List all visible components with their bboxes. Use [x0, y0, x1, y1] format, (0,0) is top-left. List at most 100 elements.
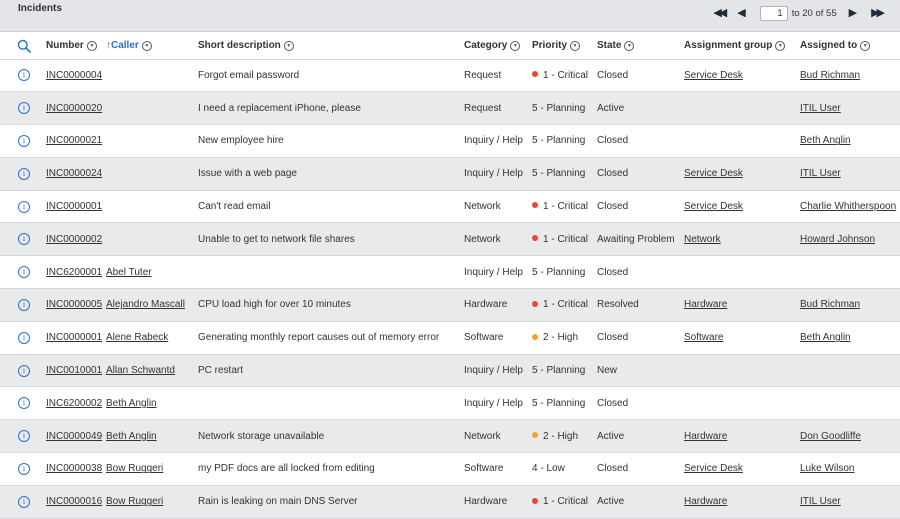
chevron-down-icon[interactable]: ▼ — [86, 40, 97, 51]
info-icon[interactable]: i — [18, 495, 30, 508]
assigned-to-cell: Beth Anglin — [800, 321, 900, 355]
info-icon[interactable]: i — [18, 266, 30, 279]
assignment-group-link[interactable]: Service Desk — [684, 463, 743, 474]
caller-link[interactable]: Bow Ruggeri — [106, 496, 163, 507]
info-icon[interactable]: i — [18, 364, 30, 377]
assignment-group-link[interactable]: Hardware — [684, 496, 727, 507]
column-header-state[interactable]: State ▼ — [597, 33, 684, 60]
info-icon[interactable]: i — [18, 134, 30, 147]
assigned-to-link[interactable]: ITIL User — [800, 496, 841, 507]
assigned-to-link[interactable]: ITIL User — [800, 103, 841, 114]
caller-link[interactable]: Beth Anglin — [106, 431, 157, 442]
column-header-short-description[interactable]: Short description ▼ — [198, 33, 464, 60]
table-row[interactable]: i INC0000024 Issue with a web page Inquiry … — [0, 157, 900, 191]
column-header-priority[interactable]: Priority ▼ — [532, 33, 597, 60]
first-page-icon[interactable]: ◀◀ — [713, 8, 727, 19]
info-icon[interactable]: i — [18, 397, 30, 410]
table-row[interactable]: i INC0000038 Bow Ruggeri my PDF docs are al… — [0, 452, 900, 486]
state-cell: Active — [597, 419, 684, 454]
incident-number-link[interactable]: INC6200001 — [46, 267, 102, 278]
assignment-group-link[interactable]: Service Desk — [684, 201, 743, 212]
assigned-to-link[interactable]: Luke Wilson — [800, 463, 854, 474]
column-header-category[interactable]: Category ▼ — [464, 33, 532, 60]
chevron-down-icon[interactable]: ▼ — [570, 40, 581, 51]
info-icon[interactable]: i — [18, 69, 30, 82]
caller-link[interactable]: Bow Ruggeri — [106, 463, 163, 474]
info-icon[interactable]: i — [18, 233, 30, 246]
chevron-down-icon[interactable]: ▼ — [775, 40, 786, 51]
incident-number-link[interactable]: INC0000049 — [46, 431, 102, 442]
priority-cell-text: 5 - Planning — [532, 135, 586, 147]
table-row[interactable]: i INC0000020 I need a replacement iPhone, … — [0, 91, 900, 126]
last-page-icon[interactable]: ▶▶ — [871, 8, 885, 19]
incident-number-link[interactable]: INC0000005 — [46, 299, 102, 310]
assigned-to-link[interactable]: Charlie Whitherspoon — [800, 201, 896, 212]
column-header-assigned-to[interactable]: Assigned to ▼ — [800, 33, 900, 60]
info-icon[interactable]: i — [18, 298, 30, 311]
category-cell-text: Software — [464, 332, 504, 344]
info-icon[interactable]: i — [18, 331, 30, 344]
info-icon[interactable]: i — [18, 167, 30, 180]
incident-number-link[interactable]: INC0000001 — [46, 201, 102, 212]
priority-cell-text: 5 - Planning — [532, 102, 586, 114]
table-row[interactable]: i INC0000005 Alejandro Mascall CPU load hig… — [0, 288, 900, 322]
chevron-down-icon[interactable]: ▼ — [141, 40, 152, 51]
table-row[interactable]: i INC0000001 Can't read email Network 1 - Cr… — [0, 190, 900, 224]
assignment-group-link[interactable]: Hardware — [684, 431, 727, 442]
assigned-to-link[interactable]: Beth Anglin — [800, 332, 851, 343]
caller-link[interactable]: Abel Tuter — [106, 267, 152, 278]
incident-number-link[interactable]: INC0000001 — [46, 332, 102, 343]
column-header-number[interactable]: Number ▼ — [46, 33, 106, 60]
assignment-group-link[interactable]: Service Desk — [684, 168, 743, 179]
state-cell: Closed — [597, 124, 684, 158]
table-row[interactable]: i INC0000049 Beth Anglin Network storage un… — [0, 419, 900, 454]
table-row[interactable]: i INC0000001 Alene Rabeck Generating monthl… — [0, 321, 900, 355]
assigned-to-link[interactable]: ITIL User — [800, 168, 841, 179]
caller-link[interactable]: Allan Schwantd — [106, 365, 175, 376]
incident-number-link[interactable]: INC0000038 — [46, 463, 102, 474]
assigned-to-link[interactable]: Bud Richman — [800, 70, 860, 81]
caller-link[interactable]: Alene Rabeck — [106, 332, 168, 343]
caller-link[interactable]: Alejandro Mascall — [106, 299, 185, 310]
next-page-icon[interactable]: ▶ — [849, 8, 857, 19]
chevron-down-icon[interactable]: ▼ — [510, 40, 521, 51]
page-number-input[interactable] — [759, 6, 788, 21]
info-icon[interactable]: i — [18, 200, 30, 213]
incident-number-link[interactable]: INC0000016 — [46, 496, 102, 507]
table-row[interactable]: i INC0000002 Unable to get to network file… — [0, 222, 900, 257]
info-icon[interactable]: i — [18, 462, 30, 475]
chevron-down-icon[interactable]: ▼ — [283, 40, 294, 51]
incident-number-link[interactable]: INC0000021 — [46, 135, 102, 146]
incident-number-link[interactable]: INC0000024 — [46, 168, 102, 179]
incident-number-link[interactable]: INC6200002 — [46, 398, 102, 409]
incident-number-link[interactable]: INC0000020 — [46, 103, 102, 114]
table-row[interactable]: i INC6200002 Beth Anglin Inquiry / Help 5 - … — [0, 386, 900, 421]
table-row[interactable]: i INC6200001 Abel Tuter Inquiry / Help 5 - P… — [0, 255, 900, 290]
incident-number-link[interactable]: INC0000002 — [46, 234, 102, 245]
table-row[interactable]: i INC0000021 New employee hire Inquiry / He… — [0, 124, 900, 158]
chevron-down-icon[interactable]: ▼ — [624, 40, 635, 51]
table-row[interactable]: i INC0000016 Bow Ruggeri Rain is leaking on… — [0, 485, 900, 519]
chevron-down-icon[interactable]: ▼ — [860, 40, 871, 51]
table-row[interactable]: i INC0010001 Allan Schwantd PC restart Inqui… — [0, 354, 900, 388]
column-header-assignment-group[interactable]: Assignment group ▼ — [684, 33, 800, 60]
column-header-caller[interactable]: ↑Caller ▼ — [106, 33, 198, 60]
incident-number-link[interactable]: INC0000004 — [46, 70, 102, 81]
previous-page-icon[interactable]: ◀ — [737, 8, 745, 19]
info-icon[interactable]: i — [18, 430, 30, 443]
assignment-group-link[interactable]: Software — [684, 332, 723, 343]
assigned-to-link[interactable]: Bud Richman — [800, 299, 860, 310]
assignment-group-link[interactable]: Network — [684, 234, 721, 245]
caller-link[interactable]: Beth Anglin — [106, 398, 157, 409]
search-column[interactable] — [0, 33, 46, 60]
short-description-cell — [198, 386, 464, 421]
search-icon[interactable] — [17, 39, 31, 53]
assigned-to-link[interactable]: Beth Anglin — [800, 135, 851, 146]
incident-number-link[interactable]: INC0010001 — [46, 365, 102, 376]
assigned-to-link[interactable]: Don Goodliffe — [800, 431, 861, 442]
assigned-to-link[interactable]: Howard Johnson — [800, 234, 875, 245]
assignment-group-link[interactable]: Service Desk — [684, 70, 743, 81]
info-icon[interactable]: i — [18, 102, 30, 115]
table-row[interactable]: i INC0000004 Forgot email password Request 1… — [0, 59, 900, 93]
assignment-group-link[interactable]: Hardware — [684, 299, 727, 310]
